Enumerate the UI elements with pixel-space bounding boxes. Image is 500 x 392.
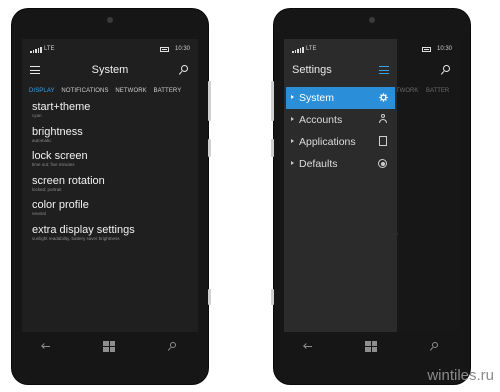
status-bar: LTE 10:30 — [292, 46, 452, 54]
expand-arrow-icon — [291, 161, 294, 165]
menu-item-defaults[interactable]: Defaults — [286, 153, 395, 175]
menu-item-label: Defaults — [299, 158, 338, 170]
camera-button — [271, 289, 274, 305]
person-icon — [379, 114, 387, 124]
tab-battery[interactable]: BATTERY — [154, 88, 182, 94]
nav-bar — [284, 340, 460, 356]
battery-icon — [160, 47, 169, 52]
menu-item-label: System — [299, 92, 335, 104]
screen: LTE 10:30 System DISPLAY NOTIFICATIONS N… — [22, 39, 198, 332]
background-tabs: TWORK BATTER — [396, 88, 455, 94]
app-icon — [379, 136, 387, 146]
tab-display[interactable]: DISPLAY — [29, 88, 55, 94]
page-title: System — [91, 64, 129, 76]
setting-screen-rotation[interactable]: screen rotation locked: portrait — [32, 175, 192, 200]
front-camera — [107, 17, 113, 23]
gear-icon — [379, 93, 388, 102]
power-button — [208, 139, 211, 157]
signal-icon — [292, 46, 304, 53]
search-icon[interactable] — [181, 65, 188, 72]
setting-subtitle: time out: five minutes — [32, 162, 75, 167]
network-type: LTE — [306, 46, 317, 52]
setting-brightness[interactable]: brightness automatic — [32, 126, 192, 151]
signal-icon — [30, 46, 42, 53]
app-bar: System — [22, 63, 198, 79]
front-camera — [369, 17, 375, 23]
menu-item-label: Accounts — [299, 114, 343, 126]
menu-item-label: Applications — [299, 136, 356, 148]
phone-right: TWORK BATTER e LTE 10:30 Settings System — [271, 9, 470, 384]
menu-item-accounts[interactable]: Accounts — [286, 109, 395, 131]
windows-logo-icon[interactable] — [103, 341, 115, 352]
settings-list: start+theme cyan brightness automatic lo… — [32, 101, 192, 248]
background-tab: BATTER — [426, 88, 450, 94]
setting-subtitle: cyan — [32, 113, 42, 118]
setting-title: brightness — [32, 125, 83, 138]
phone-left: LTE 10:30 System DISPLAY NOTIFICATIONS N… — [12, 9, 211, 384]
pane-header: Settings — [292, 63, 391, 79]
back-arrow-icon[interactable] — [42, 346, 50, 348]
windows-logo-icon[interactable] — [365, 341, 377, 352]
camera-button — [208, 289, 211, 305]
background-tab: TWORK — [396, 88, 419, 94]
tab-notifications[interactable]: NOTIFICATIONS — [61, 88, 108, 94]
menu-item-system[interactable]: System — [286, 87, 395, 109]
network-type: LTE — [44, 46, 55, 52]
search-icon[interactable] — [443, 65, 450, 72]
tab-network[interactable]: NETWORK — [115, 88, 146, 94]
setting-extra-display[interactable]: extra display settings sunlight readabil… — [32, 224, 192, 249]
setting-subtitle: neutral — [32, 211, 46, 216]
search-icon[interactable] — [432, 342, 438, 348]
watermark: wintiles.ru — [427, 367, 494, 384]
battery-icon — [422, 47, 431, 52]
setting-title: start+theme — [32, 101, 91, 113]
setting-subtitle: automatic — [32, 137, 52, 143]
setting-lock-screen[interactable]: lock screen time out: five minutes — [32, 150, 192, 175]
hamburger-icon[interactable] — [379, 66, 389, 75]
setting-start-theme[interactable]: start+theme cyan — [32, 101, 192, 126]
search-icon[interactable] — [170, 342, 176, 348]
setting-title: color profile — [32, 199, 89, 211]
back-arrow-icon[interactable] — [304, 346, 312, 348]
status-bar: LTE 10:30 — [30, 46, 190, 54]
setting-title: extra display settings — [32, 223, 135, 236]
pane-menu: System Accounts Applications Defaults — [286, 87, 395, 175]
menu-item-applications[interactable]: Applications — [286, 131, 395, 153]
power-button — [271, 139, 274, 157]
volume-button — [271, 81, 274, 121]
screen: TWORK BATTER e LTE 10:30 Settings System — [284, 39, 460, 332]
clock: 10:30 — [436, 46, 452, 52]
volume-button — [208, 81, 211, 121]
clock: 10:30 — [174, 46, 190, 52]
defaults-circle-icon — [378, 159, 387, 168]
pane-title: Settings — [292, 64, 332, 76]
setting-subtitle: sunlight readability, battery saver brig… — [32, 235, 120, 241]
setting-title: screen rotation — [32, 174, 105, 187]
setting-subtitle: locked: portrait — [32, 186, 62, 192]
setting-color-profile[interactable]: color profile neutral — [32, 199, 192, 224]
expand-arrow-icon — [291, 139, 294, 143]
navigation-pane: Settings System Accounts Applications De… — [284, 39, 397, 332]
expand-arrow-icon — [291, 117, 294, 121]
nav-bar — [22, 340, 198, 356]
expand-arrow-icon — [291, 95, 294, 99]
pivot-tabs: DISPLAY NOTIFICATIONS NETWORK BATTERY — [29, 88, 186, 94]
setting-title: lock screen — [32, 150, 88, 162]
